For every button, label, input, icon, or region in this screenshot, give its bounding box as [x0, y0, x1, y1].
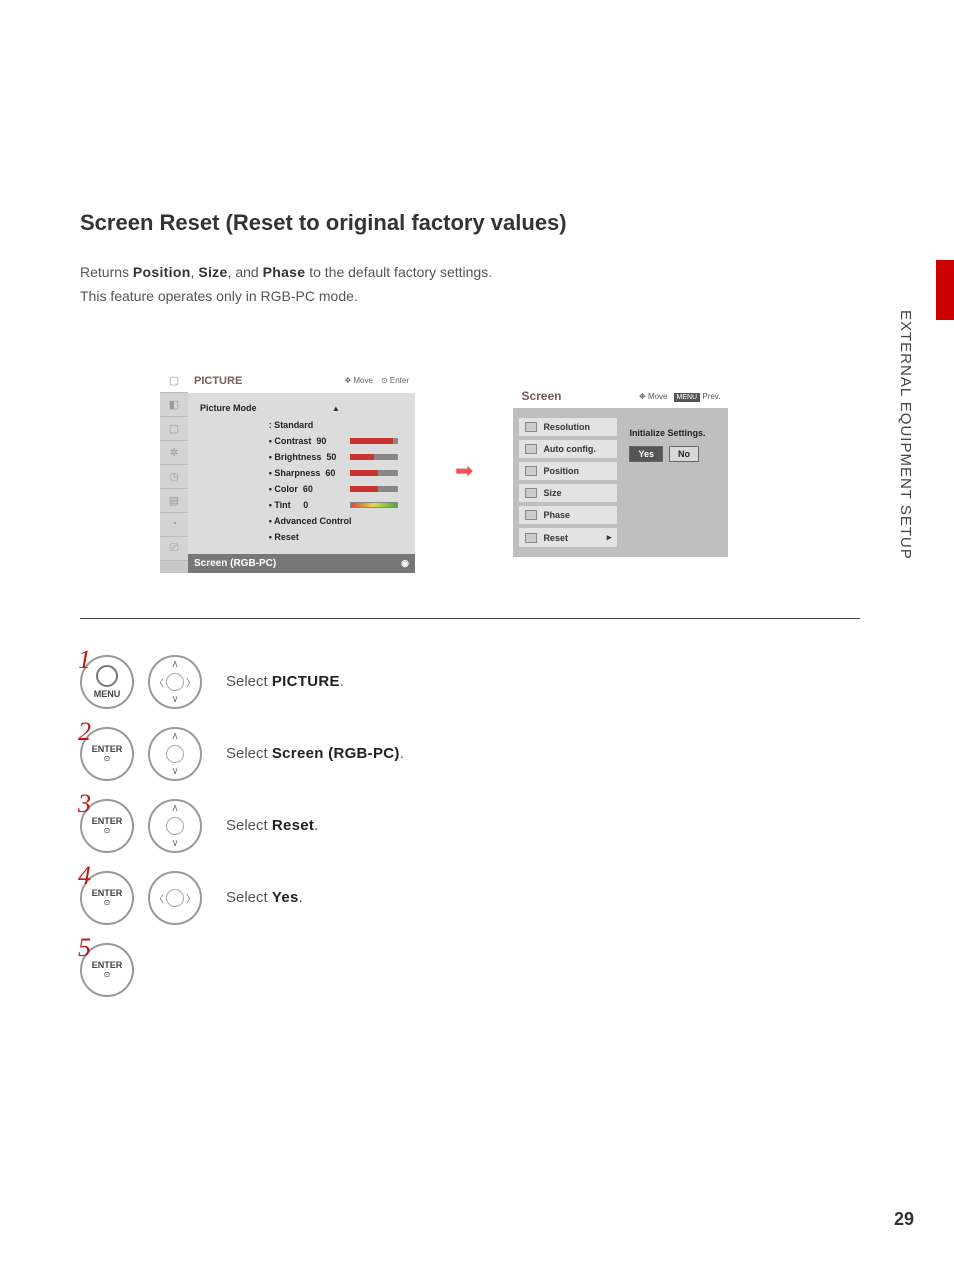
menu-item-icon	[525, 444, 537, 454]
tint-bar	[350, 502, 398, 508]
intro-paragraph: Returns Position, Size, and Phase to the…	[80, 261, 860, 309]
intro-bold-position: Position	[133, 264, 191, 280]
remote-dpad: ∧∨〈〉	[148, 655, 202, 709]
screen-menu-item[interactable]: Auto config.	[519, 440, 617, 458]
side-section-label: EXTERNAL EQUIPMENT SETUP	[897, 310, 914, 560]
slider-bar	[350, 486, 398, 492]
slider-row: • Contrast 90	[198, 434, 405, 448]
osd-screen-panel: Screen ✥ Move MENU Prev. Resolution Auto …	[513, 384, 728, 557]
screen-menu-item[interactable]: Phase	[519, 506, 617, 524]
osd-tab-monitor-icon: ▢	[160, 369, 188, 393]
slider-row: • Color 60	[198, 482, 405, 496]
step-number: 2	[78, 717, 91, 747]
step-number: 5	[78, 933, 91, 963]
step-instruction: Select Yes.	[226, 889, 303, 906]
menu-item-icon	[525, 466, 537, 476]
tint-row: • Tint 0	[198, 498, 405, 512]
osd-tab-strip: ▢ ◧ ▢ ✲ ◷ ▤ ◔ ⎚	[160, 369, 188, 573]
step-number: 1	[78, 645, 91, 675]
slider-row: • Brightness 50	[198, 450, 405, 464]
step-row: 4ENTER⊙〈〉Select Yes.	[80, 871, 860, 925]
osd-picture-title: PICTURE	[194, 375, 242, 387]
screen-menu-item[interactable]: Size	[519, 484, 617, 502]
menu-item-icon	[525, 533, 537, 543]
section-divider	[80, 618, 860, 619]
osd-tab-icon: ▤	[160, 489, 188, 513]
page-title: Screen Reset (Reset to original factory …	[80, 210, 860, 236]
nav-hint-move: ✥ Move	[344, 376, 373, 385]
intro-text: Returns	[80, 264, 133, 280]
step-row: 2ENTER⊙∧∨Select Screen (RGB-PC).	[80, 727, 860, 781]
side-accent-tab	[936, 260, 954, 320]
step-row: 3ENTER⊙∧∨Select Reset.	[80, 799, 860, 853]
step-instruction: Select PICTURE.	[226, 673, 344, 690]
remote-dpad: ∧∨	[148, 727, 202, 781]
remote-dpad: 〈〉	[148, 871, 202, 925]
step-number: 3	[78, 789, 91, 819]
step-row: 1MENU∧∨〈〉Select PICTURE.	[80, 655, 860, 709]
nav-hint-prev: MENU Prev.	[674, 392, 721, 401]
slider-bar	[350, 454, 398, 460]
yes-button[interactable]: Yes	[629, 446, 663, 462]
menu-item-icon	[525, 422, 537, 432]
step-row: 5ENTER⊙	[80, 943, 860, 997]
picture-mode-value: : Standard	[267, 418, 405, 432]
menu-item-label: Reset	[543, 533, 568, 543]
slider-bar	[350, 470, 398, 476]
osd-tab-icon: ◧	[160, 393, 188, 417]
step-instruction: Select Reset.	[226, 817, 318, 834]
enter-dot-icon: ◉	[401, 558, 409, 569]
osd-picture-panel: ▢ ◧ ▢ ✲ ◷ ▤ ◔ ⎚ PICTURE ✥ Move ⊙ Enter	[160, 369, 415, 573]
picture-settings-table: Picture Mode ▴ : Standard • Contrast 90•…	[196, 399, 407, 546]
osd-screen-title: Screen	[521, 389, 561, 403]
osd-tab-icon: ⎚	[160, 537, 188, 561]
step-instruction: Select Screen (RGB-PC).	[226, 745, 404, 762]
slider-row: • Sharpness 60	[198, 466, 405, 480]
menu-item-icon	[525, 510, 537, 520]
menu-item-label: Position	[543, 466, 579, 476]
screen-menu-item[interactable]: Resolution	[519, 418, 617, 436]
menu-item-label: Size	[543, 488, 561, 498]
intro-line2: This feature operates only in RGB-PC mod…	[80, 288, 358, 304]
menu-item-label: Resolution	[543, 422, 590, 432]
screen-menu-item[interactable]: Position	[519, 462, 617, 480]
page-number: 29	[894, 1209, 914, 1230]
step-number: 4	[78, 861, 91, 891]
button-ring-icon	[96, 665, 118, 687]
osd-footer-highlight: Screen (RGB-PC)	[194, 558, 276, 569]
osd-tab-icon: ◔	[160, 513, 188, 537]
remote-dpad: ∧∨	[148, 799, 202, 853]
init-settings-prompt: Initialize Settings.	[629, 428, 722, 438]
nav-hint-move: ✥ Move	[639, 392, 668, 401]
menu-item-label: Phase	[543, 510, 570, 520]
no-button[interactable]: No	[669, 446, 699, 462]
intro-bold-size: Size	[198, 264, 227, 280]
osd-tab-icon: ◷	[160, 465, 188, 489]
intro-bold-phase: Phase	[263, 264, 306, 280]
reset-row: • Reset	[267, 530, 405, 544]
screen-menu-item[interactable]: Reset ▸	[519, 528, 617, 547]
menu-item-label: Auto config.	[543, 444, 596, 454]
slider-bar	[350, 438, 398, 444]
menu-item-icon	[525, 488, 537, 498]
flow-arrow-icon: ➡	[455, 458, 473, 484]
picture-mode-label: Picture Mode	[198, 401, 265, 416]
submenu-arrow-icon: ▸	[607, 532, 612, 543]
osd-tab-icon: ▢	[160, 417, 188, 441]
nav-hint-enter: ⊙ Enter	[381, 376, 409, 385]
advanced-control-row: • Advanced Control	[267, 514, 405, 528]
osd-tab-icon: ✲	[160, 441, 188, 465]
